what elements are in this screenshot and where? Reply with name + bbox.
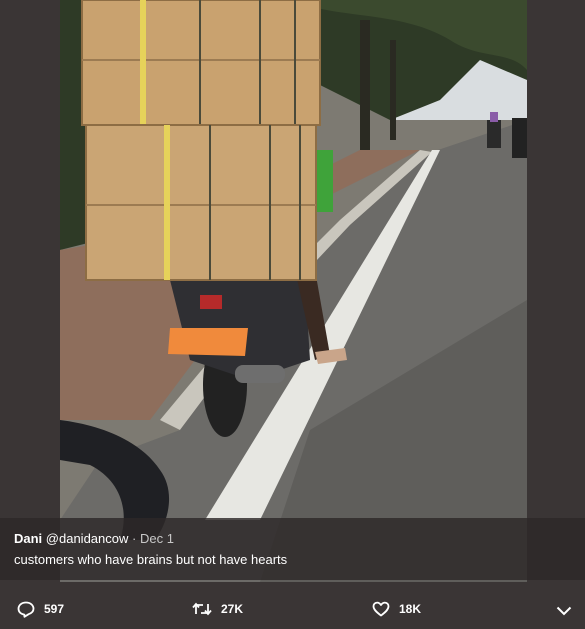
- tweet-text: customers who have brains but not have h…: [14, 552, 288, 567]
- retweet-button[interactable]: 27K: [192, 600, 243, 618]
- tweet-action-bar: 597 27K 18K: [0, 582, 585, 629]
- more-options-button[interactable]: [556, 602, 572, 620]
- tweet-photo[interactable]: [60, 0, 527, 582]
- caption-backdrop: [0, 518, 585, 580]
- tweet-caption: Dani @danidancow · Dec 1 customers who h…: [0, 518, 585, 580]
- tweet-media-viewer: Dani @danidancow · Dec 1 customers who h…: [0, 0, 585, 629]
- author-name[interactable]: Dani: [14, 531, 42, 546]
- reply-button[interactable]: 597: [17, 600, 64, 618]
- like-count: 18K: [399, 602, 422, 616]
- like-button[interactable]: 18K: [372, 600, 421, 618]
- retweet-icon: [192, 602, 212, 616]
- separator-dot: ·: [132, 531, 137, 546]
- retweet-count: 27K: [221, 602, 244, 616]
- tweet-date[interactable]: Dec 1: [140, 531, 174, 546]
- tweet-author-line: Dani @danidancow · Dec 1: [14, 531, 174, 546]
- reply-icon: [17, 601, 35, 618]
- author-handle[interactable]: @danidancow: [46, 531, 129, 546]
- chevron-down-icon: [556, 606, 572, 616]
- heart-icon: [372, 601, 390, 617]
- reply-count: 597: [44, 602, 65, 616]
